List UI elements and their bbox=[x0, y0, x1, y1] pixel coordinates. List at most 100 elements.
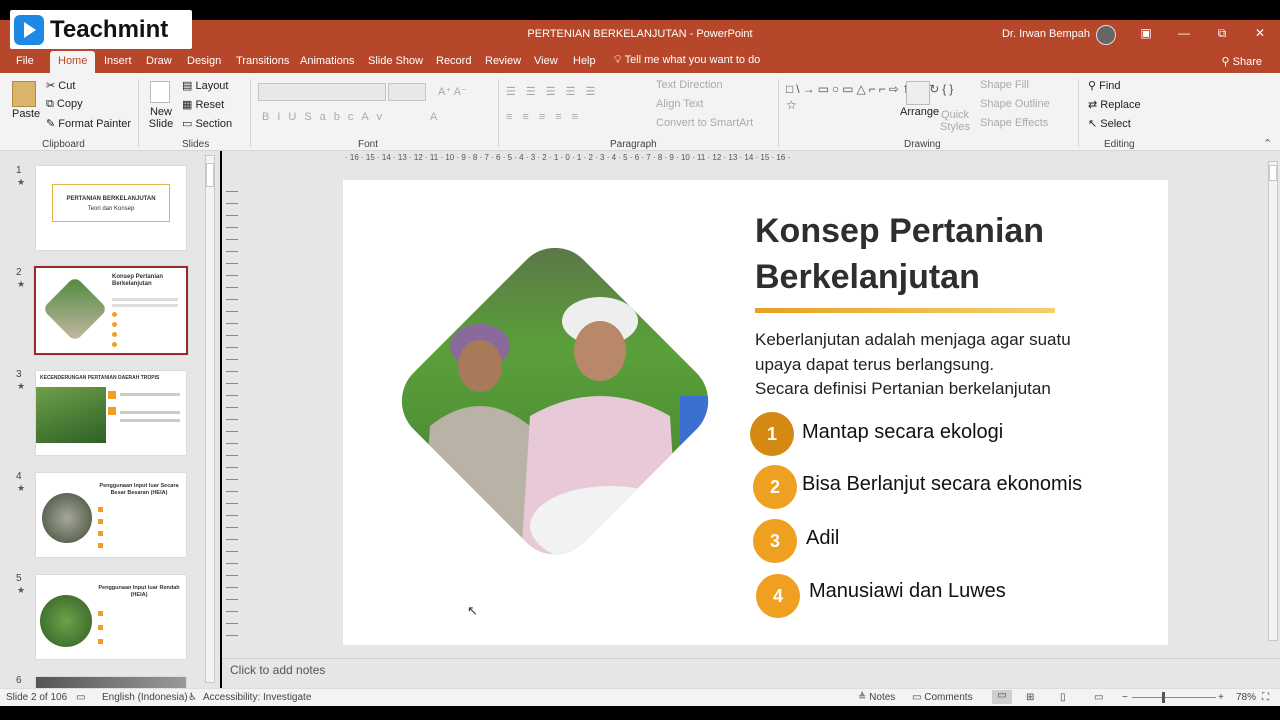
thumbnail-title: Penggunaan Input luar Secara Besar Besar… bbox=[99, 483, 179, 496]
list-icons[interactable]: ☰☰☰☰☰ bbox=[506, 85, 605, 98]
paste-icon[interactable] bbox=[12, 81, 36, 107]
font-size-box[interactable] bbox=[388, 83, 426, 101]
powerpoint-window: PERTENIAN BERKELANJUTAN - PowerPoint Dr.… bbox=[0, 0, 1280, 720]
layout-button[interactable]: ▤ Layout bbox=[182, 79, 228, 92]
slide-thumbnail-6[interactable] bbox=[36, 677, 186, 688]
zoom-out-icon[interactable]: − bbox=[1122, 692, 1128, 703]
close-button[interactable]: ✕ bbox=[1250, 26, 1270, 40]
notes-label: Notes bbox=[869, 692, 896, 703]
quick-styles-button[interactable]: Quick Styles bbox=[938, 109, 972, 133]
tab-animations[interactable]: Animations bbox=[292, 51, 362, 73]
list-item[interactable]: Mantap secara ekologi bbox=[802, 421, 1003, 444]
align-text-button[interactable]: Align Text bbox=[656, 98, 704, 110]
tab-review[interactable]: Review bbox=[477, 51, 529, 73]
share-icon: ⚲ bbox=[1221, 56, 1233, 68]
tab-draw[interactable]: Draw bbox=[138, 51, 180, 73]
zoom-slider-thumb[interactable] bbox=[1162, 692, 1165, 703]
cut-button[interactable]: ✂ Cut bbox=[46, 79, 75, 92]
spellcheck-icon[interactable]: ▭ bbox=[76, 692, 85, 703]
tab-record[interactable]: Record bbox=[428, 51, 479, 73]
slide-title-line-1: Konsep Pertanian bbox=[755, 212, 1045, 250]
zoom-in-icon[interactable]: + bbox=[1218, 692, 1224, 703]
font-color-icon[interactable]: A bbox=[430, 111, 437, 123]
fit-slide-icon[interactable]: ⛶ bbox=[1262, 692, 1269, 703]
new-slide-button[interactable]: New Slide bbox=[146, 106, 176, 130]
tell-me-search[interactable]: 💡︎ Tell me what you want to do bbox=[614, 54, 760, 67]
avatar[interactable] bbox=[1096, 25, 1116, 45]
minimize-button[interactable]: — bbox=[1174, 26, 1194, 40]
zoom-slider[interactable] bbox=[1132, 697, 1216, 698]
tab-slide-show[interactable]: Slide Show bbox=[360, 51, 431, 73]
paste-button[interactable]: Paste bbox=[12, 108, 40, 120]
tab-view[interactable]: View bbox=[526, 51, 566, 73]
replace-button[interactable]: ⇄ Replace bbox=[1088, 98, 1141, 111]
slideshow-icon[interactable]: ▭ bbox=[1094, 692, 1103, 703]
list-item[interactable]: Manusiawi dan Luwes bbox=[809, 580, 1006, 603]
tab-help[interactable]: Help bbox=[565, 51, 604, 73]
normal-view-icon[interactable]: ▭ bbox=[992, 690, 1012, 704]
ribbon-display-icon[interactable]: ▣ bbox=[1136, 26, 1156, 40]
thumbnail-frame bbox=[52, 184, 170, 222]
list-item[interactable]: Adil bbox=[806, 527, 839, 550]
arrange-button[interactable]: Arrange bbox=[900, 106, 939, 118]
slide-thumbnail-2[interactable]: Konsep Pertanian Berkelanjutan bbox=[34, 266, 188, 355]
slide-sorter-icon[interactable]: ⊞ bbox=[1026, 692, 1034, 703]
thumbnail-scroll-thumb[interactable] bbox=[206, 163, 214, 187]
font-format-icons[interactable]: BIUSabcAv bbox=[262, 111, 390, 123]
thumbnail-bullet bbox=[112, 332, 117, 337]
align-icons[interactable]: ≡≡≡≡≡ bbox=[506, 111, 588, 123]
font-name-box[interactable] bbox=[258, 83, 386, 101]
shape-outline-button[interactable]: Shape Outline bbox=[980, 98, 1050, 110]
copy-label: Copy bbox=[56, 98, 83, 110]
accessibility-status[interactable]: Accessibility: Investigate bbox=[203, 692, 311, 703]
slide-thumbnail-1[interactable]: PERTANIAN BERKELANJUTAN Teori dan Konsep bbox=[36, 166, 186, 250]
farmers-photo[interactable] bbox=[380, 226, 730, 576]
format-painter-button[interactable]: ✎ Format Painter bbox=[46, 117, 131, 130]
slide-thumbnail-5[interactable]: Penggunaan Input luar Rendah (HEIA) bbox=[36, 575, 186, 659]
convert-smartart-button[interactable]: Convert to SmartArt bbox=[656, 117, 753, 129]
shape-effects-button[interactable]: Shape Effects bbox=[980, 117, 1048, 129]
tab-home[interactable]: Home bbox=[50, 51, 96, 73]
list-item[interactable]: Bisa Berlanjut secara ekonomis bbox=[802, 473, 1082, 496]
reading-view-icon[interactable]: ▯ bbox=[1060, 692, 1066, 703]
animation-star-icon: ★ bbox=[17, 177, 26, 187]
slide-title[interactable]: Konsep Pertanian Berkelanjutan bbox=[755, 208, 1145, 300]
thumbnail-photo bbox=[40, 595, 92, 647]
slide-body-text[interactable]: Keberlanjutan adalah menjaga agar suatu … bbox=[755, 328, 1135, 402]
language-status[interactable]: English (Indonesia) bbox=[102, 692, 188, 703]
zoom-level[interactable]: 78% bbox=[1236, 692, 1256, 703]
section-button[interactable]: ▭ Section bbox=[182, 117, 232, 130]
maximize-button[interactable]: ⧉ bbox=[1212, 26, 1232, 41]
thumbnail-text-line bbox=[120, 411, 180, 414]
tab-file[interactable]: File bbox=[8, 51, 42, 73]
tab-transitions[interactable]: Transitions bbox=[228, 51, 297, 73]
text-direction-button[interactable]: Text Direction bbox=[656, 79, 723, 91]
reset-button[interactable]: ▦ Reset bbox=[182, 98, 224, 111]
tab-insert[interactable]: Insert bbox=[96, 51, 140, 73]
new-slide-icon[interactable] bbox=[150, 81, 170, 103]
slide-thumbnail-3[interactable]: KECENDERUNGAN PERTANIAN DAERAH TROPIS bbox=[36, 371, 186, 455]
collapse-ribbon-icon[interactable]: ⌃ bbox=[1263, 137, 1272, 150]
shape-fill-button[interactable]: Shape Fill bbox=[980, 79, 1029, 91]
editor-scrollbar[interactable] bbox=[1268, 161, 1278, 641]
editor-scroll-thumb[interactable] bbox=[1269, 165, 1277, 181]
shapes-gallery[interactable]: □\→▭○▭△⌐⌐⇨⇧▭↻{}☆ bbox=[786, 81, 953, 113]
find-button[interactable]: ⚲ Find bbox=[1088, 79, 1121, 92]
notes-toggle[interactable]: ≜ Notes bbox=[858, 692, 895, 703]
thumbnail-scrollbar[interactable] bbox=[205, 155, 215, 683]
grow-font-icon[interactable]: A⁺ A⁻ bbox=[438, 85, 467, 98]
select-button[interactable]: ↖ Select bbox=[1088, 117, 1131, 130]
paragraph-group-label: Paragraph bbox=[610, 139, 657, 150]
copy-button[interactable]: ⧉ Copy bbox=[46, 98, 83, 111]
tab-design[interactable]: Design bbox=[179, 51, 229, 73]
user-name[interactable]: Dr. Irwan Bempah bbox=[1002, 28, 1090, 40]
slide-number: 3 bbox=[16, 369, 22, 380]
comments-toggle[interactable]: ▭ Comments bbox=[912, 692, 973, 703]
title-underline bbox=[755, 308, 1055, 313]
share-button[interactable]: ⚲ Share bbox=[1222, 55, 1262, 68]
vertical-ruler bbox=[226, 180, 238, 640]
arrange-icon[interactable] bbox=[906, 81, 930, 105]
slide-thumbnail-4[interactable]: Penggunaan Input luar Secara Besar Besar… bbox=[36, 473, 186, 557]
thumbnail-title: PERTANIAN BERKELANJUTAN bbox=[66, 196, 156, 202]
notes-pane[interactable]: Click to add notes bbox=[222, 658, 1280, 688]
